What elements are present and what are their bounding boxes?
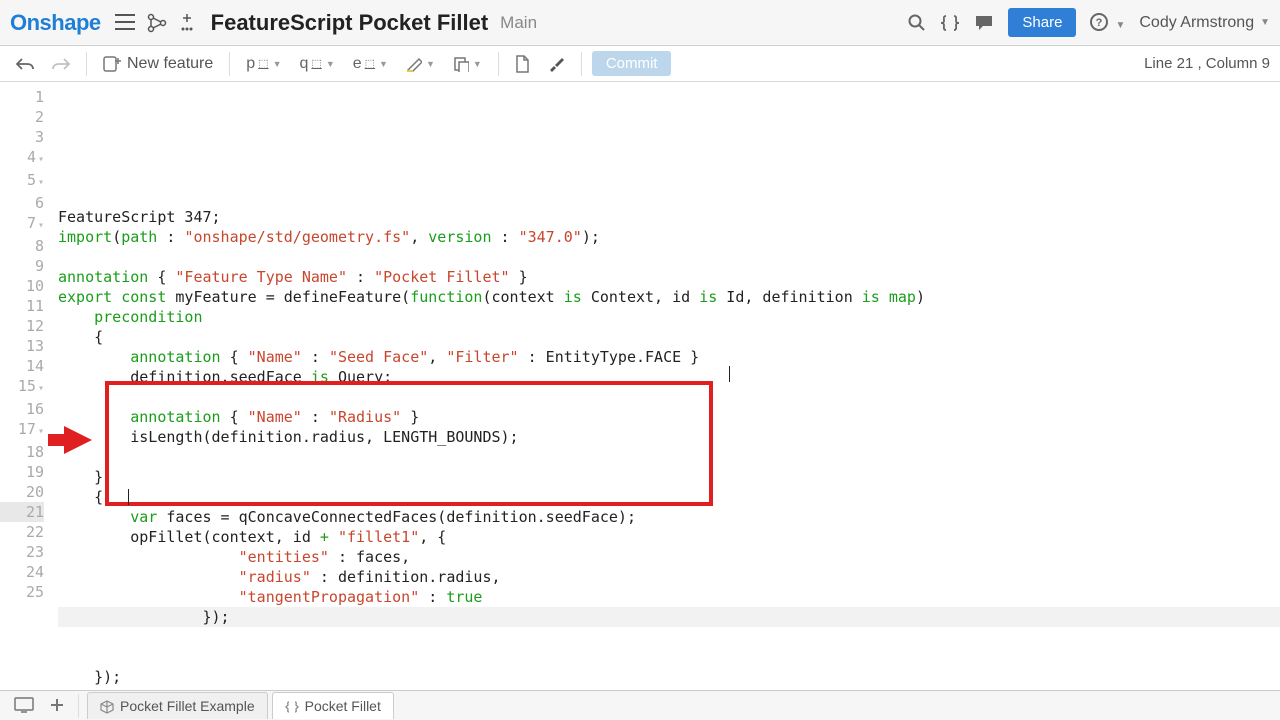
code-line[interactable]	[58, 247, 1280, 267]
code-line[interactable]: import(path : "onshape/std/geometry.fs",…	[58, 227, 1280, 247]
code-line[interactable]: {	[58, 327, 1280, 347]
separator	[86, 52, 87, 76]
chevron-down-icon: ▼	[273, 59, 282, 69]
tabs-container: Pocket Fillet Example Pocket Fillet	[87, 692, 394, 719]
code-line[interactable]: isLength(definition.radius, LENGTH_BOUND…	[58, 427, 1280, 447]
top-right: Share ? ▼ Cody Armstrong ▼	[908, 8, 1270, 37]
user-name: Cody Armstrong	[1139, 14, 1254, 32]
brand-logo[interactable]: Onshape	[10, 10, 101, 36]
code-line[interactable]: });	[58, 607, 1280, 627]
chevron-down-icon: ▼	[1260, 17, 1270, 28]
share-button[interactable]: Share	[1008, 8, 1076, 37]
branch-label[interactable]: Main	[500, 13, 537, 33]
paste-dropdown[interactable]: ▼	[447, 52, 488, 76]
document-button[interactable]	[509, 51, 535, 77]
code-line[interactable]	[58, 647, 1280, 667]
separator	[78, 694, 79, 718]
cube-icon	[100, 698, 114, 714]
p-dropdown[interactable]: p⬚ ▼	[240, 51, 287, 77]
tab-label: Pocket Fillet Example	[120, 698, 255, 714]
e-dropdown[interactable]: e⬚ ▼	[347, 51, 394, 77]
comments-icon[interactable]	[974, 12, 994, 33]
hamburger-icon[interactable]	[115, 14, 135, 32]
code-area[interactable]: FeatureScript 347;import(path : "onshape…	[52, 82, 1280, 690]
svg-text:?: ?	[1096, 17, 1103, 29]
code-line[interactable]: }	[58, 467, 1280, 487]
tab-label: Pocket Fillet	[305, 698, 381, 714]
chevron-down-icon: ▼	[379, 59, 388, 69]
code-line[interactable]: "tangentPropagation" : true	[58, 587, 1280, 607]
code-line[interactable]: {	[58, 487, 1280, 507]
add-tab-button[interactable]	[44, 693, 70, 719]
cursor-position: Line 21 , Column 9	[1144, 55, 1270, 72]
version-graph-icon[interactable]	[147, 13, 167, 33]
code-line[interactable]: annotation { "Name" : "Seed Face", "Filt…	[58, 347, 1280, 367]
code-line[interactable]: FeatureScript 347;	[58, 207, 1280, 227]
help-icon[interactable]: ? ▼	[1090, 12, 1125, 33]
chevron-down-icon: ▼	[1115, 20, 1125, 31]
separator	[498, 52, 499, 76]
code-line[interactable]	[58, 387, 1280, 407]
tab[interactable]: Pocket Fillet	[272, 692, 394, 719]
top-bar: Onshape FeatureScript Pocket Fillet Main…	[0, 0, 1280, 46]
document-title[interactable]: FeatureScript Pocket Fillet	[211, 10, 489, 36]
code-line[interactable]: annotation { "Name" : "Radius" }	[58, 407, 1280, 427]
code-line[interactable]	[58, 627, 1280, 647]
code-line[interactable]: definition.seedFace is Query;	[58, 367, 1280, 387]
redo-button[interactable]	[46, 53, 76, 75]
user-menu[interactable]: Cody Armstrong ▼	[1139, 14, 1270, 32]
toolbar: New feature p⬚ ▼ q⬚ ▼ e⬚ ▼ ▼ ▼ Commit Li…	[0, 46, 1280, 82]
code-line[interactable]: precondition	[58, 307, 1280, 327]
separator	[229, 52, 230, 76]
insert-icon[interactable]	[179, 13, 195, 33]
highlight-dropdown[interactable]: ▼	[400, 52, 441, 76]
separator	[581, 52, 582, 76]
bottom-tab-bar: Pocket Fillet Example Pocket Fillet	[0, 690, 1280, 720]
code-line[interactable]: annotation { "Feature Type Name" : "Pock…	[58, 267, 1280, 287]
q-dropdown[interactable]: q⬚ ▼	[294, 51, 341, 77]
fs-icon	[285, 698, 299, 714]
code-line[interactable]	[58, 447, 1280, 467]
code-line[interactable]: "entities" : faces,	[58, 547, 1280, 567]
code-line[interactable]: "radius" : definition.radius,	[58, 567, 1280, 587]
text-cursor	[128, 489, 129, 505]
code-line[interactable]: var faces = qConcaveConnectedFaces(defin…	[58, 507, 1280, 527]
tab[interactable]: Pocket Fillet Example	[87, 692, 268, 719]
brush-button[interactable]	[541, 51, 571, 77]
monitor-icon[interactable]	[8, 693, 40, 719]
chevron-down-icon: ▼	[473, 59, 482, 69]
chevron-down-icon: ▼	[426, 59, 435, 69]
code-line[interactable]: opFillet(context, id + "fillet1", {	[58, 527, 1280, 547]
text-cursor	[729, 366, 730, 382]
line-gutter: 1234▾5▾67▾89101112131415▾1617▾1819202122…	[0, 82, 52, 690]
commit-button[interactable]: Commit	[592, 51, 672, 76]
undo-button[interactable]	[10, 53, 40, 75]
new-feature-button[interactable]: New feature	[97, 51, 219, 77]
chevron-down-icon: ▼	[326, 59, 335, 69]
featurescript-icon[interactable]	[940, 12, 960, 33]
new-feature-label: New feature	[127, 55, 213, 73]
search-icon[interactable]	[908, 12, 926, 33]
code-line[interactable]: });	[58, 667, 1280, 687]
code-editor[interactable]: 1234▾5▾67▾89101112131415▾1617▾1819202122…	[0, 82, 1280, 690]
code-line[interactable]: export const myFeature = defineFeature(f…	[58, 287, 1280, 307]
